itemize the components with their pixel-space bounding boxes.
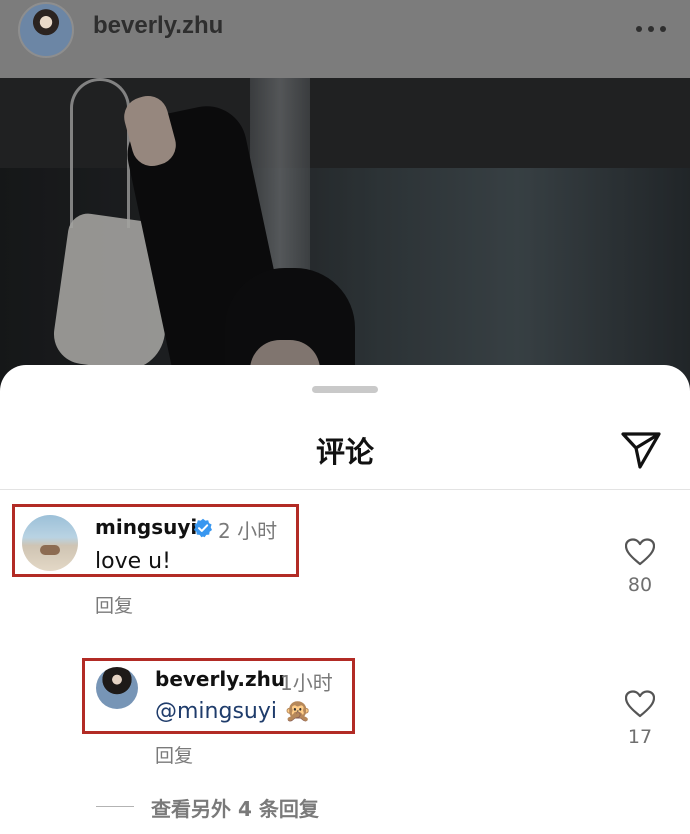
heart-icon[interactable] (625, 690, 655, 718)
photo-dim-overlay (0, 78, 690, 388)
post-author-username[interactable]: beverly.zhu (93, 12, 223, 40)
comment-like: 80 (615, 538, 665, 596)
sheet-drag-handle[interactable] (312, 386, 378, 393)
comment-like-count: 80 (627, 574, 653, 596)
post-author-avatar[interactable] (18, 2, 74, 58)
comment-reply-button[interactable]: 回复 (95, 591, 133, 618)
post-header: beverly.zhu (0, 0, 690, 78)
send-icon[interactable] (620, 430, 662, 470)
sheet-title: 评论 (315, 435, 374, 469)
reply-like-count: 17 (627, 726, 653, 748)
view-more-replies-button[interactable]: 查看另外 4 条回复 (151, 793, 319, 822)
comment-highlight-box (12, 504, 299, 577)
reply-reply-button[interactable]: 回复 (155, 741, 193, 768)
sheet-divider (0, 489, 690, 490)
view-more-divider (96, 806, 134, 807)
reply-highlight-box (82, 658, 355, 734)
heart-icon[interactable] (625, 538, 655, 566)
more-options-icon[interactable] (636, 26, 666, 34)
post-photo (0, 78, 690, 388)
reply-like: 17 (615, 690, 665, 748)
comments-sheet: 评论 mingsuyi 2 小时 love u! 回复 80 beverly.z… (0, 365, 690, 834)
